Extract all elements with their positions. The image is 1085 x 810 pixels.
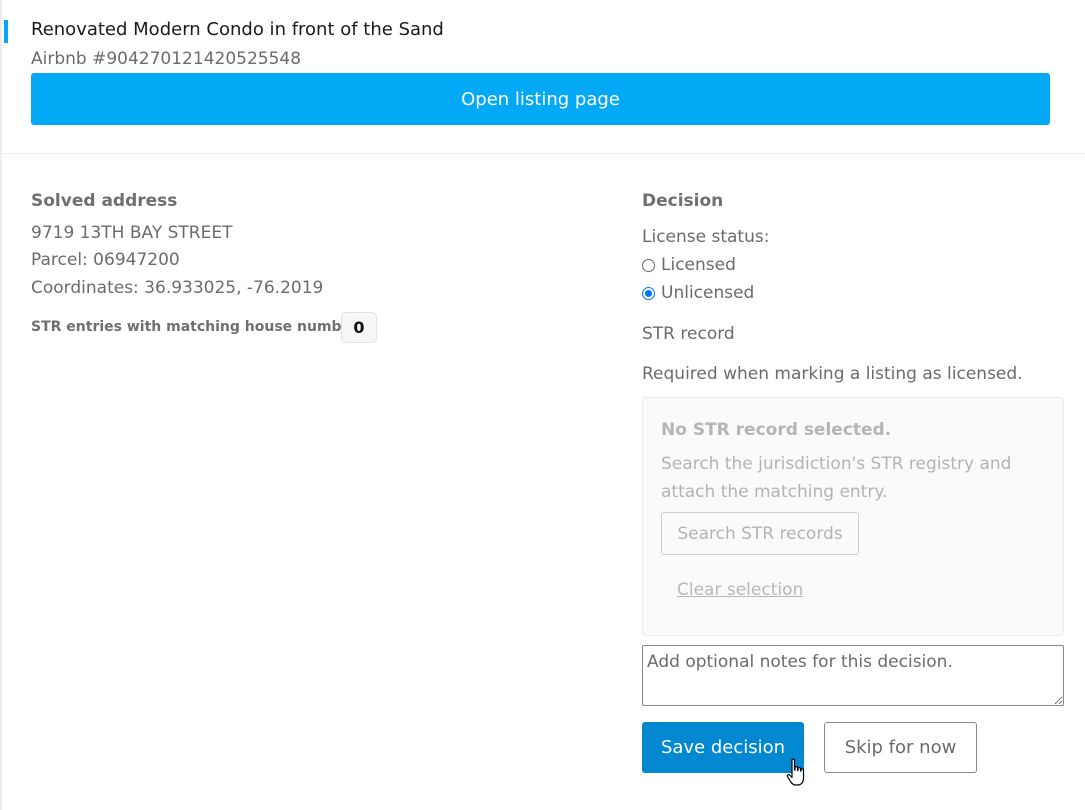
radio-unlicensed[interactable]: Unlicensed <box>642 283 754 303</box>
listing-review-page: Renovated Modern Condo in front of the S… <box>0 0 1085 810</box>
clear-selection-link[interactable]: Clear selection <box>677 580 803 600</box>
radio-licensed-circle[interactable] <box>642 258 655 272</box>
str-panel-description: Search the jurisdiction's STR registry a… <box>661 454 1012 502</box>
str-panel-title: No STR record selected. <box>661 420 892 440</box>
section-divider <box>2 153 1085 154</box>
listing-title: Renovated Modern Condo in front of the S… <box>31 19 444 40</box>
str-match-count-badge: 0 <box>341 312 377 343</box>
str-match-label: STR entries with matching house number: <box>31 319 364 335</box>
str-required-note: Required when marking a listing as licen… <box>642 364 1023 384</box>
search-str-records-button[interactable]: Search STR records <box>661 512 859 555</box>
open-listing-button[interactable]: Open listing page <box>31 73 1050 125</box>
left-border <box>0 0 2 810</box>
save-decision-button[interactable]: Save decision <box>642 722 804 773</box>
decision-notes-input[interactable] <box>642 645 1064 706</box>
solved-address-heading: Solved address <box>31 191 178 211</box>
decision-heading: Decision <box>642 191 724 211</box>
radio-unlicensed-circle[interactable] <box>642 286 655 300</box>
radio-unlicensed-label: Unlicensed <box>661 283 755 303</box>
radio-licensed[interactable]: Licensed <box>642 255 736 275</box>
str-record-panel: No STR record selected. Search the juris… <box>642 397 1064 636</box>
address-street: 9719 13TH BAY STREET <box>31 223 233 243</box>
address-parcel: Parcel: 06947200 <box>31 250 180 270</box>
active-listing-indicator <box>4 20 8 43</box>
address-coordinates: Coordinates: 36.933025, -76.2019 <box>31 278 324 298</box>
license-status-label: License status: <box>642 227 770 247</box>
hand-pointer-cursor-icon <box>786 758 805 786</box>
radio-licensed-label: Licensed <box>661 255 736 275</box>
str-record-label: STR record <box>642 324 735 344</box>
skip-for-now-button[interactable]: Skip for now <box>824 722 977 773</box>
listing-id: Airbnb #904270121420525548 <box>31 49 302 69</box>
